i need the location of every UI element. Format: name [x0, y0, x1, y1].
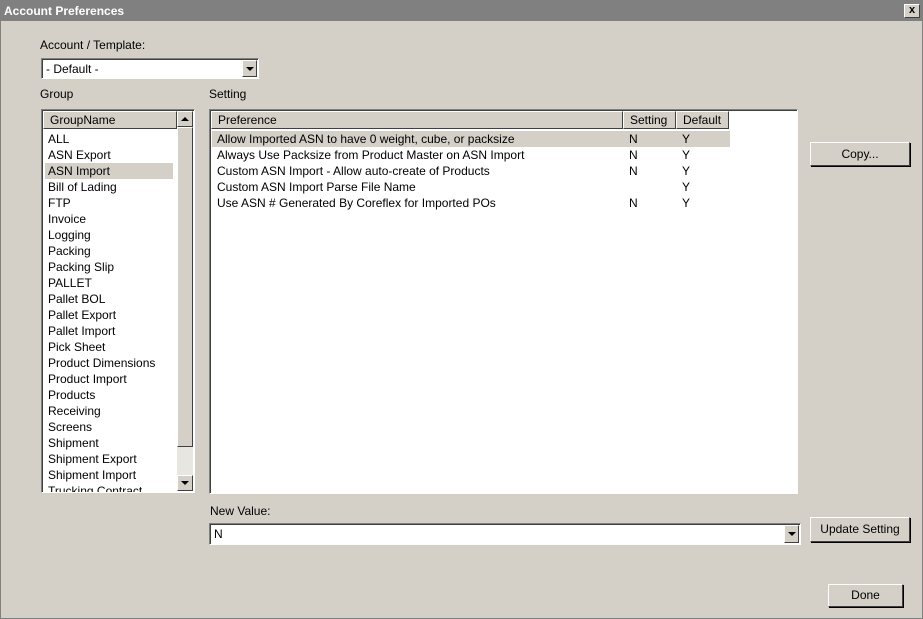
list-item[interactable]: Trucking Contract — [45, 483, 173, 492]
group-label: Group — [40, 87, 74, 101]
list-item[interactable]: ALL — [45, 131, 173, 147]
group-scrollbar[interactable] — [177, 111, 193, 491]
default-cell: Y — [682, 132, 691, 146]
list-item[interactable]: FTP — [45, 195, 173, 211]
table-row[interactable]: Use ASN # Generated By Coreflex for Impo… — [212, 195, 730, 211]
list-item[interactable]: Pick Sheet — [45, 339, 173, 355]
list-item[interactable]: Shipment — [45, 435, 173, 451]
list-item[interactable]: PALLET — [45, 275, 173, 291]
list-item[interactable]: Shipment Import — [45, 467, 173, 483]
new-value-value: N — [214, 527, 223, 541]
list-item[interactable]: Screens — [45, 419, 173, 435]
list-item[interactable]: Packing Slip — [45, 259, 173, 275]
group-scroll-thumb[interactable] — [177, 127, 193, 447]
account-template-value: - Default - — [46, 62, 99, 76]
preference-cell: Custom ASN Import Parse File Name — [217, 180, 416, 194]
close-button[interactable]: x — [904, 4, 920, 18]
list-item[interactable]: Products — [45, 387, 173, 403]
setting-cell: N — [629, 132, 638, 146]
list-item[interactable]: Receiving — [45, 403, 173, 419]
default-cell: Y — [682, 148, 691, 162]
list-item[interactable]: Shipment Export — [45, 451, 173, 467]
setting-header[interactable]: Setting — [623, 111, 676, 129]
list-item[interactable]: Pallet BOL — [45, 291, 173, 307]
list-item[interactable]: Logging — [45, 227, 173, 243]
preference-cell: Always Use Packsize from Product Master … — [217, 148, 525, 162]
table-row[interactable]: Custom ASN Import - Allow auto-create of… — [212, 163, 730, 179]
scroll-down-icon[interactable] — [177, 475, 193, 491]
window-title: Account Preferences — [4, 4, 125, 18]
copy-button[interactable]: Copy... — [810, 142, 910, 166]
account-template-label: Account / Template: — [40, 38, 146, 52]
new-value-select[interactable]: N — [209, 523, 801, 545]
preference-header[interactable]: Preference — [211, 111, 623, 129]
list-item[interactable]: Packing — [45, 243, 173, 259]
default-cell: Y — [682, 196, 691, 210]
account-template-select[interactable]: - Default - — [41, 58, 259, 79]
table-row[interactable]: Custom ASN Import Parse File Name Y — [212, 179, 730, 195]
default-cell: Y — [682, 180, 691, 194]
new-value-label: New Value: — [210, 504, 271, 518]
default-header[interactable]: Default — [676, 111, 729, 129]
update-setting-button[interactable]: Update Setting — [810, 517, 910, 542]
chevron-down-icon[interactable] — [242, 60, 257, 77]
list-item[interactable]: Pallet Export — [45, 307, 173, 323]
setting-label: Setting — [209, 87, 247, 101]
done-button[interactable]: Done — [828, 584, 903, 607]
setting-cell: N — [629, 148, 638, 162]
title-bar: Account Preferences x — [1, 1, 922, 21]
default-cell: Y — [682, 164, 691, 178]
list-item[interactable]: ASN Import — [45, 163, 173, 179]
group-name-header[interactable]: GroupName — [43, 111, 177, 129]
list-item[interactable]: Pallet Import — [45, 323, 173, 339]
list-item[interactable]: Product Dimensions — [45, 355, 173, 371]
scroll-up-icon[interactable] — [177, 111, 193, 127]
preference-cell: Custom ASN Import - Allow auto-create of… — [217, 164, 490, 178]
preference-cell: Use ASN # Generated By Coreflex for Impo… — [217, 196, 496, 210]
preference-cell: Allow Imported ASN to have 0 weight, cub… — [217, 132, 515, 146]
close-icon: x — [908, 4, 916, 16]
list-item[interactable]: Invoice — [45, 211, 173, 227]
group-list[interactable]: GroupName ALL ASN Export ASN Import Bill of… — [41, 109, 195, 493]
chevron-down-icon[interactable] — [784, 525, 799, 543]
account-preferences-window: Account Preferences x Account / Template… — [0, 0, 923, 619]
setting-table[interactable]: Preference Setting Default Allow Importe… — [209, 109, 798, 494]
table-row[interactable]: Always Use Packsize from Product Master … — [212, 147, 730, 163]
list-item[interactable]: Product Import — [45, 371, 173, 387]
list-item[interactable]: Bill of Lading — [45, 179, 173, 195]
list-item[interactable]: ASN Export — [45, 147, 173, 163]
setting-cell: N — [629, 164, 638, 178]
setting-cell: N — [629, 196, 638, 210]
table-row[interactable]: Allow Imported ASN to have 0 weight, cub… — [212, 131, 730, 147]
